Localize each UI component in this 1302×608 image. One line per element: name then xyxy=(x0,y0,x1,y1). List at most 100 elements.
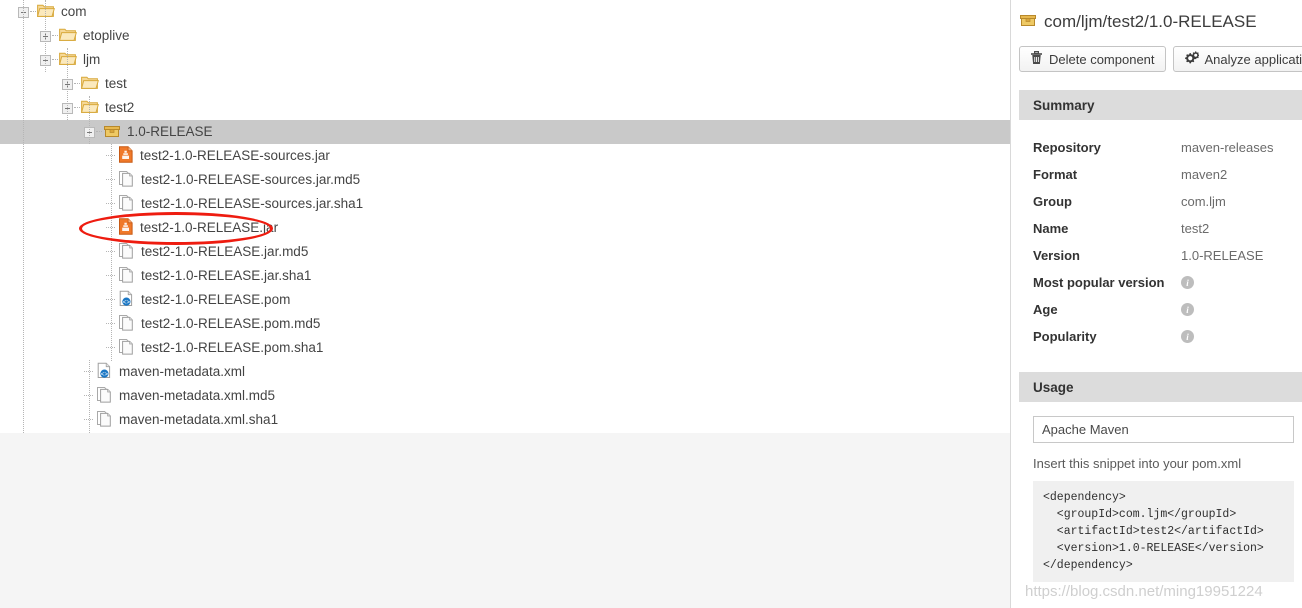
info-icon[interactable]: i xyxy=(1181,303,1194,316)
tree-row-label: etoplive xyxy=(83,28,130,43)
summary-row: Version 1.0-RELEASE xyxy=(1033,242,1302,269)
tree-row-label: test2-1.0-RELEASE.pom xyxy=(141,292,291,307)
tree-file-row[interactable]: maven-metadata.xml.sha1 xyxy=(0,408,1010,432)
tree-guide-dash xyxy=(52,48,59,72)
tree-guide-dash xyxy=(30,0,37,24)
tree-guide-dash xyxy=(106,168,118,192)
summary-row: Age i xyxy=(1033,296,1302,323)
delete-component-button[interactable]: Delete component xyxy=(1019,46,1166,72)
build-tool-selected-value: Apache Maven xyxy=(1042,422,1129,437)
tree-guide-line xyxy=(89,360,90,433)
tree-guide-dash xyxy=(106,144,118,168)
checksum-file-icon xyxy=(118,170,135,190)
summary-key: Repository xyxy=(1033,140,1101,155)
folder-open-icon xyxy=(80,99,99,117)
tree-guide-line xyxy=(23,0,24,433)
svg-text:<>: <> xyxy=(123,299,131,306)
tree-guide-dash xyxy=(106,288,118,312)
jar-file-icon xyxy=(118,218,134,238)
delete-component-label: Delete component xyxy=(1049,51,1155,67)
checksum-file-icon xyxy=(96,410,113,430)
tree-file-row[interactable]: test2-1.0-RELEASE-sources.jar xyxy=(0,144,1010,168)
tree-guide-line xyxy=(45,0,46,72)
tree-folder-row[interactable]: test xyxy=(0,72,1010,96)
tree-file-row[interactable]: test2-1.0-RELEASE.jar xyxy=(0,216,1010,240)
tree-file-row[interactable]: test2-1.0-RELEASE.jar.sha1 xyxy=(0,264,1010,288)
tree-file-row[interactable]: test2-1.0-RELEASE.jar.md5 xyxy=(0,240,1010,264)
summary-key: Name xyxy=(1033,221,1069,236)
tree-guide-dash xyxy=(106,336,118,360)
tree-row-label: test2-1.0-RELEASE.jar.md5 xyxy=(141,244,309,259)
summary-key: Group xyxy=(1033,194,1072,209)
tree-guide-dash xyxy=(84,384,96,408)
tree-row-label: test2-1.0-RELEASE-sources.jar.sha1 xyxy=(141,196,364,211)
folder-open-icon xyxy=(58,51,77,69)
analyze-application-button[interactable]: Analyze application xyxy=(1172,46,1302,72)
detail-action-buttons: Delete component Analyze applicati xyxy=(1019,46,1302,72)
tree-row-label: test2-1.0-RELEASE.jar.sha1 xyxy=(141,268,312,283)
tree-file-row[interactable]: maven-metadata.xml.md5 xyxy=(0,384,1010,408)
tree-row-label: ljm xyxy=(83,52,101,67)
tree-guide-dash xyxy=(106,240,118,264)
tree-folder-row[interactable]: ljm xyxy=(0,48,1010,72)
analyze-application-label: Analyze application xyxy=(1204,51,1302,67)
folder-open-icon xyxy=(80,75,99,93)
watermark-text: https://blog.csdn.net/ming19951224 xyxy=(1025,583,1263,600)
tree-folder-row[interactable]: com xyxy=(0,0,1010,24)
detail-header: com/ljm/test2/1.0-RELEASE Delete compone… xyxy=(1011,0,1302,72)
tree-file-row[interactable]: <> test2-1.0-RELEASE.pom xyxy=(0,288,1010,312)
tree-folder-row[interactable]: etoplive xyxy=(0,24,1010,48)
page-title-text: com/ljm/test2/1.0-RELEASE xyxy=(1044,12,1257,31)
snippet-hint: Insert this snippet into your pom.xml xyxy=(1033,456,1242,471)
jar-file-icon xyxy=(118,146,134,166)
summary-value: com.ljm xyxy=(1181,194,1226,209)
component-tree-panel[interactable]: com etoplive ljm test test2 1.0-RELEASE test2-… xyxy=(0,0,1010,433)
tree-row-label: test2-1.0-RELEASE.pom.md5 xyxy=(141,316,321,331)
summary-row: Name test2 xyxy=(1033,215,1302,242)
tree-file-row[interactable]: test2-1.0-RELEASE.pom.sha1 xyxy=(0,336,1010,360)
tree-guide-dash xyxy=(106,216,118,240)
tree-file-row[interactable]: <> maven-metadata.xml xyxy=(0,360,1010,384)
component-detail-panel: com/ljm/test2/1.0-RELEASE Delete compone… xyxy=(1010,0,1302,608)
dependency-snippet[interactable]: <dependency> <groupId>com.ljm</groupId> … xyxy=(1033,481,1294,582)
summary-row: Popularity i xyxy=(1033,323,1302,350)
checksum-file-icon xyxy=(118,266,135,286)
info-icon[interactable]: i xyxy=(1181,330,1194,343)
tree-guide-dash xyxy=(106,192,118,216)
summary-key: Version xyxy=(1033,248,1080,263)
tree-folder-row[interactable]: test2 xyxy=(0,96,1010,120)
checksum-file-icon xyxy=(118,314,135,334)
tree-guide-line xyxy=(67,48,68,120)
checksum-file-icon xyxy=(118,242,135,262)
info-icon[interactable]: i xyxy=(1181,276,1194,289)
tree-file-row[interactable]: test2-1.0-RELEASE-sources.jar.md5 xyxy=(0,168,1010,192)
usage-heading: Usage xyxy=(1033,379,1074,395)
tree-guide-dash xyxy=(52,24,59,48)
tree-row-label: test2-1.0-RELEASE-sources.jar xyxy=(140,148,330,163)
tree-file-row[interactable]: test2-1.0-RELEASE-sources.jar.sha1 xyxy=(0,192,1010,216)
tree-file-row[interactable]: test2-1.0-RELEASE.pom.md5 xyxy=(0,312,1010,336)
tree-guide-dash xyxy=(106,312,118,336)
tree-row-label: maven-metadata.xml xyxy=(119,364,246,379)
summary-value: 1.0-RELEASE xyxy=(1181,248,1264,263)
tree-folder-row[interactable]: 1.0-RELEASE xyxy=(0,120,1010,144)
summary-value: maven-releases xyxy=(1181,140,1274,155)
package-icon xyxy=(1019,11,1037,34)
gears-icon xyxy=(1184,50,1200,68)
folder-open-icon xyxy=(58,27,77,45)
tree-row-label: maven-metadata.xml.sha1 xyxy=(119,412,279,427)
build-tool-select[interactable]: Apache Maven xyxy=(1033,416,1294,443)
